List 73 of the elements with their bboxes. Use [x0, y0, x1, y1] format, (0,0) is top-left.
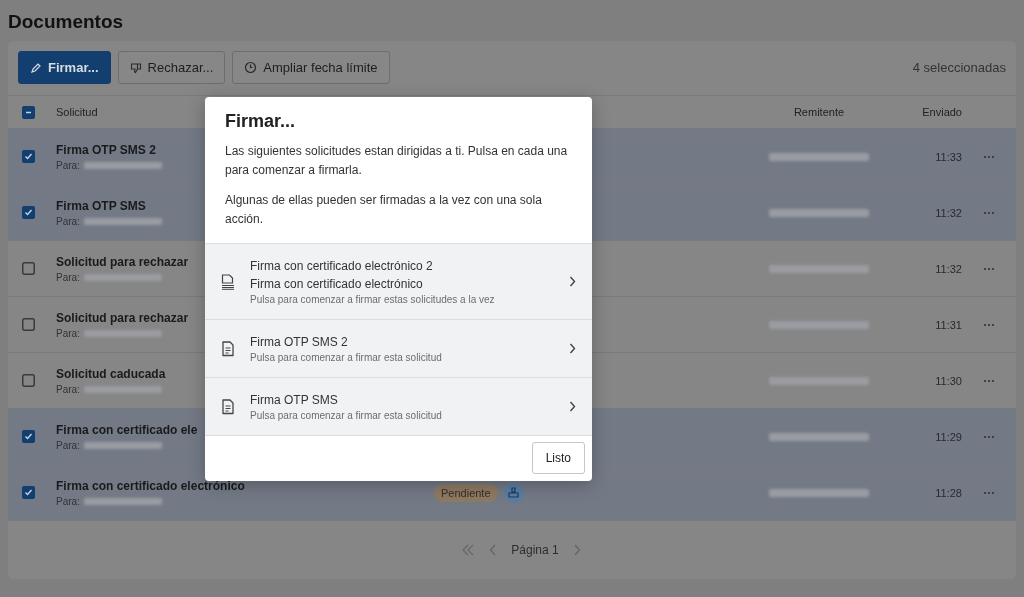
- request-title: Firma con certificado ele: [56, 422, 198, 437]
- extend-deadline-button[interactable]: Ampliar fecha límite: [232, 51, 390, 84]
- document-stack-icon: [221, 273, 235, 290]
- recipient-label: Para:: [56, 215, 80, 227]
- request-title: Firma con certificado electrónico: [56, 478, 245, 493]
- sent-time: 11:33: [934, 150, 962, 163]
- column-header: Enviado: [921, 106, 962, 118]
- signer-icon: [503, 482, 524, 503]
- next-page-icon[interactable]: [572, 544, 581, 556]
- page-title: Documentos: [7, 10, 125, 34]
- chevron-right-icon: [569, 276, 576, 287]
- checkbox[interactable]: [22, 105, 35, 119]
- checkbox[interactable]: [22, 262, 35, 275]
- sent-time: 11:30: [934, 374, 962, 387]
- dialog-text: Algunas de ellas pueden ser firmadas a la vez con una sola acción.: [225, 192, 543, 228]
- more-icon[interactable]: [983, 378, 995, 383]
- more-icon[interactable]: [983, 322, 995, 327]
- clock-icon: [244, 61, 258, 74]
- more-icon[interactable]: [983, 154, 995, 159]
- previous-page-icon[interactable]: [489, 544, 498, 556]
- recipient-label: Para:: [56, 383, 80, 395]
- more-icon[interactable]: [983, 266, 995, 271]
- document-icon: [221, 340, 235, 357]
- chevron-right-icon: [569, 401, 576, 412]
- sent-time: 11:32: [934, 262, 962, 275]
- checkbox[interactable]: [22, 150, 35, 163]
- request-title: Solicitud para rechazar: [56, 254, 189, 269]
- sent-time: 11:28: [934, 486, 962, 499]
- recipient-label: Para:: [56, 495, 80, 507]
- more-icon[interactable]: [983, 434, 995, 439]
- status-badge: Pendiente: [434, 483, 498, 502]
- thumbs-down-icon: [129, 61, 142, 74]
- recipient-label: Para:: [56, 159, 80, 171]
- sign-button[interactable]: Firmar...: [18, 51, 111, 84]
- checkbox[interactable]: [22, 318, 35, 331]
- option-hint: Pulsa para comenzar a firmar esta solicitud: [250, 408, 443, 423]
- checkbox[interactable]: [22, 374, 35, 387]
- document-icon: [221, 398, 235, 415]
- checkbox[interactable]: [22, 206, 35, 219]
- selection-count: 4 seleccionadas: [912, 60, 1006, 75]
- pen-icon: [30, 61, 42, 74]
- sent-time: 11:29: [934, 430, 962, 443]
- request-title: Firma OTP SMS: [56, 198, 146, 213]
- reject-button[interactable]: Rechazar...: [117, 51, 226, 84]
- more-icon[interactable]: [983, 210, 995, 215]
- request-title: Solicitud para rechazar: [56, 310, 189, 325]
- recipient-label: Para:: [56, 327, 80, 339]
- option-title: Firma con certificado electrónico 2: [250, 257, 434, 275]
- option-hint: Pulsa para comenzar a firmar estas solicitudes a la vez: [250, 292, 496, 307]
- signing-option[interactable]: Firma OTP SMS 2 Pulsa para comenzar a firmar esta solicitud: [205, 320, 592, 378]
- sent-time: 11:32: [934, 206, 962, 219]
- dialog-title: Firmar...: [224, 110, 297, 133]
- done-button[interactable]: Listo: [531, 442, 585, 474]
- option-hint: Pulsa para comenzar a firmar esta solicitud: [250, 350, 443, 365]
- sent-time: 11:31: [934, 318, 962, 331]
- checkbox[interactable]: [22, 486, 35, 499]
- checkbox[interactable]: [22, 430, 35, 443]
- chevron-right-icon: [569, 343, 576, 354]
- request-title: Solicitud caducada: [56, 366, 166, 381]
- signing-option[interactable]: Firma con certificado electrónico 2 Firma con certificado electrónico Pulsa para comenzar a firmar estas solicitudes a la vez: [205, 244, 592, 320]
- more-icon[interactable]: [983, 490, 995, 495]
- column-header: Solicitud: [56, 106, 99, 118]
- dialog-text: Las siguientes solicitudes estan dirigidas a ti. Pulsa en cada una para comenzar a firmarla.: [225, 143, 569, 179]
- option-title: Firma con certificado electrónico: [250, 275, 424, 293]
- option-title: Firma OTP SMS 2: [250, 333, 349, 351]
- recipient-label: Para:: [56, 271, 80, 283]
- page-label: Página 1: [511, 543, 559, 557]
- first-page-icon[interactable]: [461, 544, 476, 556]
- signing-option[interactable]: Firma OTP SMS Pulsa para comenzar a firmar esta solicitud: [205, 378, 592, 436]
- request-title: Firma OTP SMS 2: [56, 142, 156, 157]
- column-header: Remitente: [792, 106, 846, 118]
- recipient-label: Para:: [56, 439, 80, 451]
- option-title: Firma OTP SMS: [250, 391, 339, 409]
